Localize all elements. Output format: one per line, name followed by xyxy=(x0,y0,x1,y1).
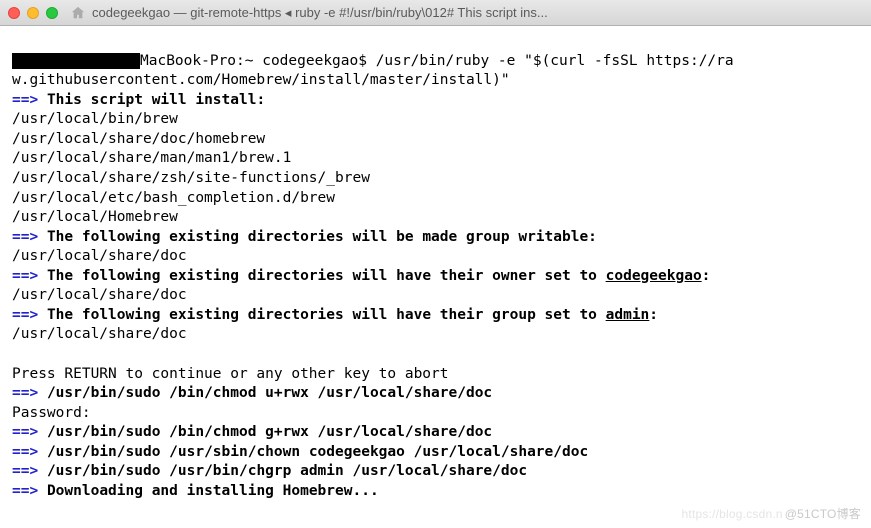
install-path: /usr/local/share/zsh/site-functions/_bre… xyxy=(12,170,370,186)
dir-path: /usr/local/share/doc xyxy=(12,326,187,342)
command-line-2: w.githubusercontent.com/Homebrew/install… xyxy=(12,72,510,88)
shell-prompt: MacBook-Pro:~ codegeekgao$ xyxy=(140,53,376,69)
install-path: /usr/local/share/man/man1/brew.1 xyxy=(12,150,291,166)
minimize-icon[interactable] xyxy=(27,7,39,19)
install-path: /usr/local/bin/brew xyxy=(12,111,178,127)
watermark: https://blog.csdn.n@51CTO博客 xyxy=(682,505,861,522)
sudo-cmd: /usr/bin/sudo /usr/bin/chgrp admin /usr/… xyxy=(47,463,527,479)
section-owner-title: The following existing directories will … xyxy=(47,268,710,284)
dir-path: /usr/local/share/doc xyxy=(12,248,187,264)
install-path: /usr/local/share/doc/homebrew xyxy=(12,131,265,147)
arrow-icon: ==> xyxy=(12,268,38,284)
install-path: /usr/local/etc/bash_completion.d/brew xyxy=(12,190,335,206)
arrow-icon: ==> xyxy=(12,483,38,499)
arrow-icon: ==> xyxy=(12,92,38,108)
downloading-msg: Downloading and installing Homebrew... xyxy=(47,483,379,499)
section-group-title: The following existing directories will … xyxy=(47,307,658,323)
close-icon[interactable] xyxy=(8,7,20,19)
arrow-icon: ==> xyxy=(12,444,38,460)
install-path: /usr/local/Homebrew xyxy=(12,209,178,225)
section-install-title: This script will install: xyxy=(47,92,265,108)
zoom-icon[interactable] xyxy=(46,7,58,19)
sudo-cmd: /usr/bin/sudo /bin/chmod u+rwx /usr/loca… xyxy=(47,385,492,401)
arrow-icon: ==> xyxy=(12,385,38,401)
sudo-cmd: /usr/bin/sudo /bin/chmod g+rwx /usr/loca… xyxy=(47,424,492,440)
press-return-prompt: Press RETURN to continue or any other ke… xyxy=(12,366,449,382)
dir-path: /usr/local/share/doc xyxy=(12,287,187,303)
sudo-cmd: /usr/bin/sudo /usr/sbin/chown codegeekga… xyxy=(47,444,588,460)
arrow-icon: ==> xyxy=(12,307,38,323)
section-group-writable-title: The following existing directories will … xyxy=(47,229,597,245)
group-name: admin xyxy=(606,307,650,323)
command-line-1: /usr/bin/ruby -e "$(curl -fsSL https://r… xyxy=(376,53,734,69)
window-titlebar: codegeekgao — git-remote-https ◂ ruby -e… xyxy=(0,0,871,26)
arrow-icon: ==> xyxy=(12,424,38,440)
traffic-lights xyxy=(8,7,58,19)
terminal-output[interactable]: MacBook-Pro:~ codegeekgao$ /usr/bin/ruby… xyxy=(0,26,871,510)
arrow-icon: ==> xyxy=(12,229,38,245)
password-prompt: Password: xyxy=(12,405,91,421)
owner-name: codegeekgao xyxy=(606,268,702,284)
arrow-icon: ==> xyxy=(12,463,38,479)
home-icon xyxy=(71,6,85,20)
redacted-hostname xyxy=(12,53,140,69)
window-title: codegeekgao — git-remote-https ◂ ruby -e… xyxy=(92,5,863,21)
